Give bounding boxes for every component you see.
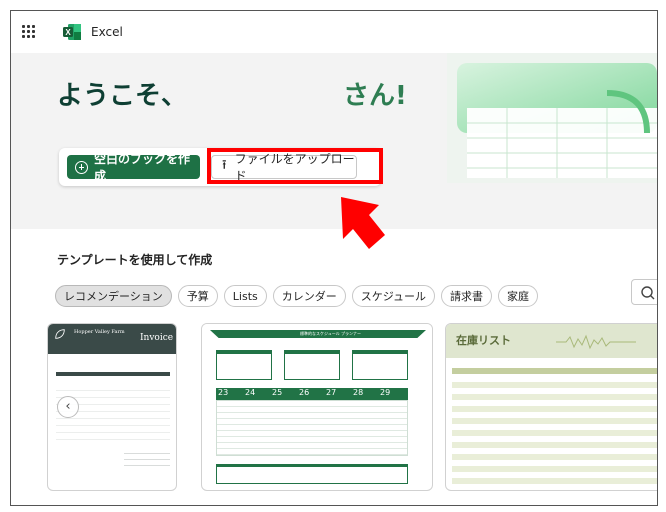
inventory-title: 在庫リスト [456,334,511,347]
schedule-title: 標準的なスケジュール プランナー [300,331,361,336]
top-bar: X Excel [11,11,657,53]
schedule-grid [216,400,408,456]
schedule-day: 25 [272,388,283,397]
schedule-notes [216,464,408,484]
excel-start-page: X Excel ようこそ、 さん! 空白のブックを作成 ⭱ ファイルをアップロー… [10,10,658,506]
templates-heading: テンプレートを使用して作成 [57,253,213,267]
chip-schedule[interactable]: スケジュール [351,285,435,307]
schedule-box-2 [284,350,340,380]
template-card-schedule[interactable]: 標準的なスケジュール プランナー 23 24 25 26 27 28 29 [201,323,433,491]
schedule-days-row: 23 24 25 26 27 28 29 [216,388,408,400]
template-card-inventory[interactable]: 在庫リスト [445,323,657,491]
chip-home[interactable]: 家庭 [497,285,538,307]
schedule-day: 24 [245,388,256,397]
schedule-day: 29 [380,388,391,397]
invoice-header: Hopper Valley Farm Invoice [48,324,176,354]
greeting-start: ようこそ、 [57,81,188,111]
inventory-table-header [452,368,657,374]
waffle-icon[interactable] [22,25,36,39]
invoice-totals [124,448,170,466]
chip-recommendations[interactable]: レコメンデーション [55,285,172,307]
plus-circle-icon [75,160,88,174]
schedule-day: 27 [326,388,337,397]
template-category-chips: レコメンデーション 予算 Lists カレンダー スケジュール 請求書 家庭 [55,285,538,307]
leaf-icon [55,329,65,339]
hero-illustration [447,53,657,183]
template-search-button[interactable] [631,279,657,305]
red-arrow-annotation [341,197,385,249]
inventory-header: 在庫リスト [446,324,657,358]
invoice-company: Hopper Valley Farm [74,329,125,335]
chip-lists[interactable]: Lists [223,285,267,307]
greeting-end: さん! [343,81,407,111]
highlight-box [207,148,383,184]
invoice-title: Invoice [140,333,174,343]
waveform-decoration [556,334,636,350]
schedule-day: 26 [299,388,310,397]
chip-invoice[interactable]: 請求書 [440,285,492,307]
search-icon [641,286,655,300]
new-blank-workbook-button[interactable]: 空白のブックを作成 [67,152,200,183]
chevron-left-icon[interactable]: ‹ [57,396,79,418]
chip-budget[interactable]: 予算 [177,285,218,307]
schedule-title-bar: 標準的なスケジュール プランナー [210,330,426,338]
schedule-day: 23 [218,388,229,397]
inventory-table-rows [452,376,657,490]
svg-text:X: X [65,28,71,37]
schedule-box-3 [352,350,408,380]
schedule-day: 28 [353,388,364,397]
new-blank-workbook-label: 空白のブックを作成 [94,152,191,183]
invoice-table-header [56,372,170,376]
excel-logo-icon: X [63,24,81,40]
schedule-box-1 [216,350,272,380]
app-title: Excel [91,25,123,39]
chip-calendar[interactable]: カレンダー [272,285,346,307]
